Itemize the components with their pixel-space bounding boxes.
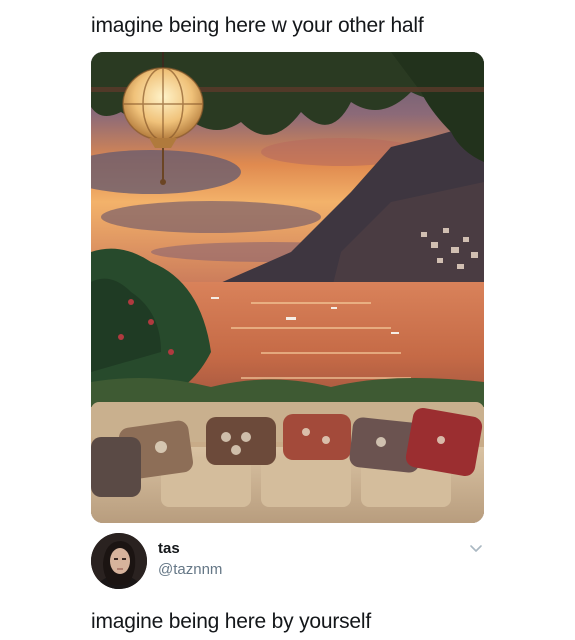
tweet-author: tas @taznnm bbox=[91, 531, 484, 591]
meme-top-caption: imagine being here w your other half bbox=[91, 14, 424, 37]
avatar[interactable] bbox=[91, 533, 147, 589]
tweet-photo[interactable] bbox=[91, 52, 484, 523]
user-handle[interactable]: @taznnm bbox=[158, 561, 222, 578]
profile-photo bbox=[91, 533, 147, 589]
chevron-down-icon[interactable] bbox=[468, 541, 484, 557]
sunset-coastal-terrace-photo bbox=[91, 52, 484, 523]
meme-bottom-caption: imagine being here by yourself bbox=[91, 610, 372, 633]
display-name[interactable]: tas bbox=[158, 540, 180, 557]
